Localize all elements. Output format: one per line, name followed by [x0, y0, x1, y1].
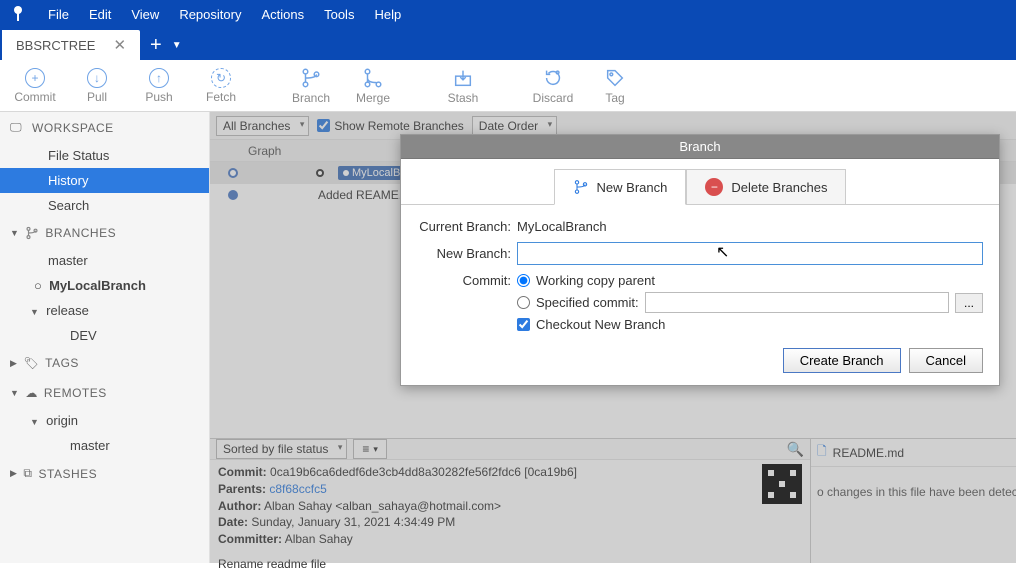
current-branch-value: MyLocalBranch	[517, 219, 607, 234]
menu-view[interactable]: View	[121, 7, 169, 22]
sidebar-remote-origin[interactable]: ▼ origin	[0, 408, 209, 433]
sidebar-item-search[interactable]: Search	[0, 193, 209, 218]
sidebar-remote-master[interactable]: master	[0, 433, 209, 458]
commit-icon: +	[25, 68, 45, 88]
branches-header[interactable]: ▼ BRANCHES	[0, 218, 209, 248]
checkout-new-branch-checkbox[interactable]: Checkout New Branch	[517, 317, 983, 332]
discard-button[interactable]: Discard	[522, 67, 584, 105]
specified-commit-input[interactable]	[645, 292, 949, 313]
stashes-header[interactable]: ▶ ⧉ STASHES	[0, 458, 209, 489]
repo-tab[interactable]: BBSRCTREE ✕	[2, 30, 140, 60]
tab-delete-branches[interactable]: − Delete Branches	[686, 169, 846, 205]
create-branch-button[interactable]: Create Branch	[783, 348, 901, 373]
branch-small-icon	[25, 226, 39, 240]
app-logo-icon	[8, 4, 28, 24]
menu-tools[interactable]: Tools	[314, 7, 364, 22]
browse-commit-button[interactable]: ...	[955, 293, 983, 313]
menu-help[interactable]: Help	[364, 7, 411, 22]
branch-button[interactable]: Branch	[280, 67, 342, 105]
radio-specified-commit[interactable]: Specified commit: ...	[517, 292, 983, 313]
menu-repository[interactable]: Repository	[169, 7, 251, 22]
chevron-down-icon: ▼	[10, 228, 19, 238]
tag-icon	[604, 67, 626, 89]
tag-button[interactable]: Tag	[584, 67, 646, 105]
commit-label: Commit:	[417, 273, 517, 288]
monitor-icon: 🖵	[10, 120, 26, 135]
branch-icon	[300, 67, 322, 89]
tags-header[interactable]: ▶ 🏷 TAGS	[0, 348, 209, 378]
tab-bar: BBSRCTREE ✕ + ▼	[0, 28, 1016, 60]
tab-new-branch[interactable]: New Branch	[554, 169, 687, 205]
repo-tab-label: BBSRCTREE	[16, 38, 95, 53]
chevron-down-icon: ▼	[30, 307, 39, 317]
menu-bar: File Edit View Repository Actions Tools …	[0, 0, 1016, 28]
add-tab[interactable]: + ▼	[140, 30, 192, 60]
close-icon[interactable]: ✕	[113, 36, 126, 54]
commit-button[interactable]: +Commit	[4, 68, 66, 104]
pull-icon: ↓	[87, 68, 107, 88]
push-icon: ↑	[149, 68, 169, 88]
fetch-button[interactable]: ↻Fetch	[190, 68, 252, 104]
remotes-header[interactable]: ▼ ☁ REMOTES	[0, 378, 209, 408]
plus-icon: +	[150, 34, 162, 57]
chevron-down-icon: ▼	[30, 417, 39, 427]
discard-icon	[542, 67, 564, 89]
merge-icon	[362, 67, 384, 89]
radio-working-parent[interactable]: Working copy parent	[517, 273, 983, 288]
stash-icon	[452, 67, 474, 89]
chevron-right-icon: ▶	[10, 468, 17, 479]
fetch-icon: ↻	[211, 68, 231, 88]
chevron-down-icon: ▼	[10, 388, 19, 398]
current-branch-label: Current Branch:	[417, 219, 517, 234]
cloud-icon: ☁	[25, 386, 38, 400]
toolbar: +Commit ↓Pull ↑Push ↻Fetch Branch Merge …	[0, 60, 1016, 112]
merge-button[interactable]: Merge	[342, 67, 404, 105]
sidebar-branch-release[interactable]: ▼ release	[0, 298, 209, 323]
sidebar-branch-mylocal[interactable]: ○ MyLocalBranch	[0, 273, 209, 298]
stash-small-icon: ⧉	[23, 466, 32, 481]
dialog-title: Branch	[401, 135, 999, 159]
minus-circle-icon: −	[705, 178, 723, 196]
sidebar-branch-master[interactable]: master	[0, 248, 209, 273]
sidebar-branch-dev[interactable]: DEV	[0, 323, 209, 348]
new-branch-label: New Branch:	[417, 246, 517, 261]
menu-edit[interactable]: Edit	[79, 7, 121, 22]
chevron-right-icon: ▶	[10, 358, 17, 369]
workspace-header[interactable]: 🖵 WORKSPACE	[0, 112, 209, 143]
tag-small-icon: 🏷	[23, 356, 39, 370]
cancel-button[interactable]: Cancel	[909, 348, 983, 373]
push-button[interactable]: ↑Push	[128, 68, 190, 104]
sidebar-item-file-status[interactable]: File Status	[0, 143, 209, 168]
menu-file[interactable]: File	[38, 7, 79, 22]
branch-icon	[573, 179, 589, 195]
branch-dialog: Branch New Branch − Delete Branches Curr…	[400, 134, 1000, 386]
caret-down-icon: ▼	[172, 40, 182, 51]
stash-button[interactable]: Stash	[432, 67, 494, 105]
sidebar-item-history[interactable]: History	[0, 168, 209, 193]
sidebar: 🖵 WORKSPACE File Status History Search ▼…	[0, 112, 210, 563]
pull-button[interactable]: ↓Pull	[66, 68, 128, 104]
new-branch-input[interactable]	[517, 242, 983, 265]
menu-actions[interactable]: Actions	[251, 7, 314, 22]
